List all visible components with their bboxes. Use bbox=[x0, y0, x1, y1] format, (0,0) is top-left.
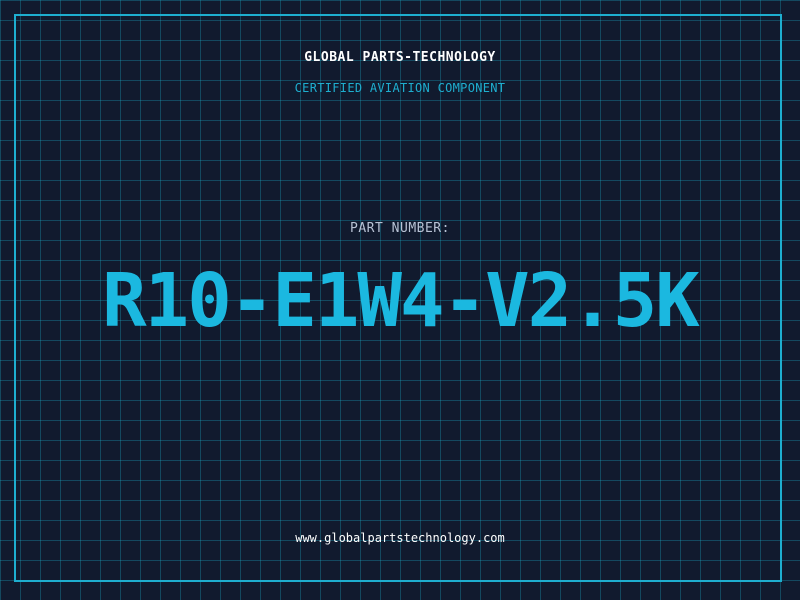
part-label-card: GLOBAL PARTS-TECHNOLOGY CERTIFIED AVIATI… bbox=[0, 0, 800, 600]
company-name: GLOBAL PARTS-TECHNOLOGY bbox=[304, 50, 496, 65]
website-url: www.globalpartstechnology.com bbox=[295, 531, 505, 545]
certification-subtitle: CERTIFIED AVIATION COMPONENT bbox=[294, 81, 506, 95]
part-number-value: R10-E1W4-V2.5K bbox=[102, 258, 700, 344]
part-number-label: PART NUMBER: bbox=[350, 221, 450, 236]
